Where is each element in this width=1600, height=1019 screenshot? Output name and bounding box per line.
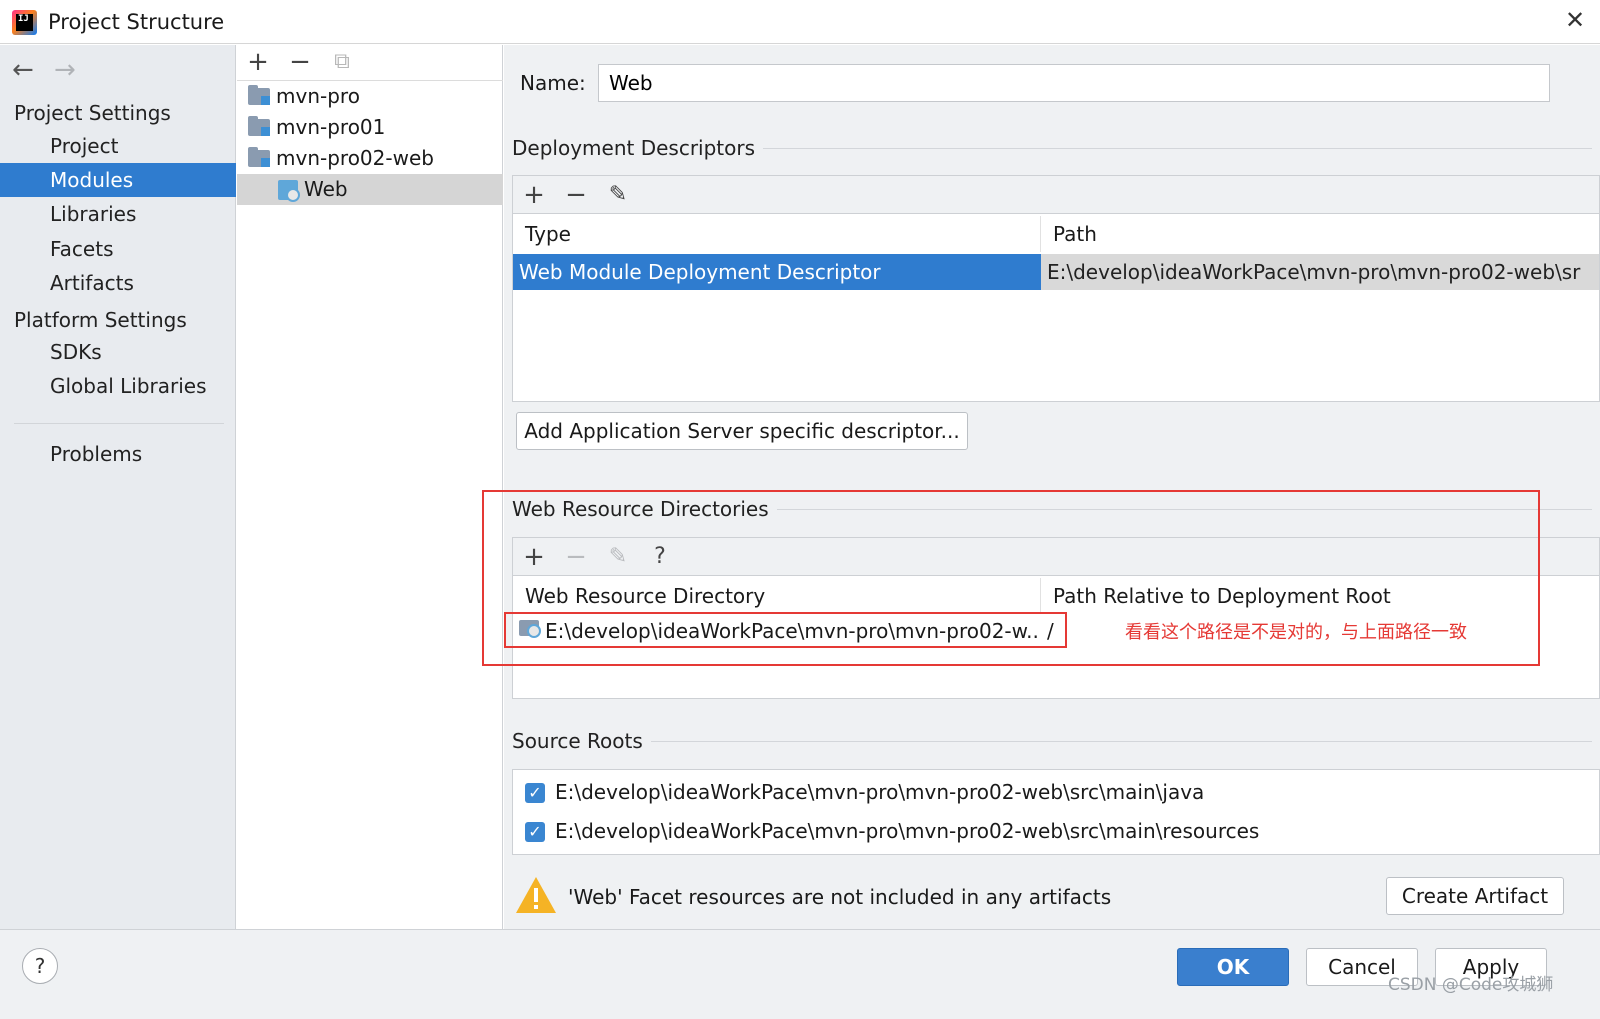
close-icon[interactable]: ✕ bbox=[1560, 6, 1590, 36]
tree-item-mvn-pro[interactable]: mvn-pro bbox=[237, 81, 503, 112]
help-icon[interactable]: ? bbox=[22, 948, 58, 984]
web-resource-directory-cell[interactable]: E:\develop\ideaWorkPace\mvn-pro\mvn-pro0… bbox=[513, 613, 1041, 649]
watermark: CSDN @Code攻城狮 bbox=[1388, 975, 1554, 995]
web-folder-icon bbox=[519, 620, 541, 638]
settings-sidebar: ← → Project Settings Project Modules Lib… bbox=[0, 45, 236, 929]
web-resource-toolbar: + − ✎ ? bbox=[513, 538, 1599, 576]
module-folder-icon bbox=[248, 116, 270, 136]
remove-web-resource-button[interactable]: − bbox=[561, 542, 591, 572]
section-divider bbox=[644, 741, 1592, 742]
ok-button[interactable]: OK bbox=[1177, 948, 1289, 986]
sidebar-item-problems[interactable]: Problems bbox=[0, 437, 236, 471]
source-root-checkbox[interactable]: ✓ bbox=[525, 783, 545, 803]
add-server-descriptor-button[interactable]: Add Application Server specific descript… bbox=[516, 412, 968, 450]
back-arrow-icon[interactable]: ← bbox=[12, 55, 34, 85]
source-roots-title: Source Roots bbox=[512, 729, 651, 753]
sidebar-item-sdks[interactable]: SDKs bbox=[0, 335, 236, 369]
project-settings-header: Project Settings bbox=[14, 101, 171, 125]
section-divider bbox=[760, 509, 1592, 510]
module-tree-toolbar: + − ⧉ bbox=[237, 45, 503, 81]
source-root-path: E:\develop\ideaWorkPace\mvn-pro\mvn-pro0… bbox=[555, 819, 1260, 843]
name-label: Name: bbox=[520, 71, 586, 95]
tree-item-label: Web bbox=[304, 177, 348, 201]
sidebar-item-global-libraries[interactable]: Global Libraries bbox=[0, 369, 236, 403]
copy-module-button[interactable]: ⧉ bbox=[327, 47, 357, 77]
warning-message: 'Web' Facet resources are not included i… bbox=[568, 885, 1112, 909]
deployment-descriptors-toolbar: + − ✎ bbox=[513, 176, 1599, 214]
intellij-logo-icon: IJ bbox=[12, 10, 37, 35]
annotation-note: 看看这个路径是不是对的，与上面路径一致 bbox=[1125, 622, 1467, 643]
tree-item-mvn-pro01[interactable]: mvn-pro01 bbox=[237, 112, 503, 143]
window-title: Project Structure bbox=[48, 10, 225, 34]
dialog-footer: ? OK Cancel Apply CSDN @Code攻城狮 bbox=[0, 929, 1600, 1019]
remove-module-button[interactable]: − bbox=[285, 47, 315, 77]
tree-item-mvn-pro02-web[interactable]: mvn-pro02-web bbox=[237, 143, 503, 174]
warning-icon bbox=[516, 877, 556, 913]
tree-item-label: mvn-pro02-web bbox=[276, 146, 434, 170]
descriptor-type-cell[interactable]: Web Module Deployment Descriptor bbox=[513, 254, 1041, 290]
add-descriptor-button[interactable]: + bbox=[519, 180, 549, 210]
module-folder-icon bbox=[248, 147, 270, 167]
sidebar-item-artifacts[interactable]: Artifacts bbox=[0, 266, 236, 300]
title-bar: IJ Project Structure ✕ bbox=[0, 0, 1600, 44]
help-icon[interactable]: ? bbox=[645, 542, 675, 572]
web-resource-directories-title: Web Resource Directories bbox=[512, 497, 777, 521]
sidebar-divider bbox=[14, 423, 224, 424]
descriptor-path-cell[interactable]: E:\develop\ideaWorkPace\mvn-pro\mvn-pro0… bbox=[1041, 254, 1599, 290]
tree-item-label: mvn-pro01 bbox=[276, 115, 386, 139]
sidebar-item-facets[interactable]: Facets bbox=[0, 232, 236, 266]
column-header-relative-path[interactable]: Path Relative to Deployment Root bbox=[1041, 578, 1599, 614]
platform-settings-header: Platform Settings bbox=[14, 308, 187, 332]
column-header-type[interactable]: Type bbox=[513, 216, 1041, 252]
web-facet-icon bbox=[278, 180, 300, 202]
create-artifact-button[interactable]: Create Artifact bbox=[1386, 877, 1564, 915]
deployment-descriptors-table: + − ✎ Type Path Web Module Deployment De… bbox=[512, 175, 1600, 402]
tree-item-label: mvn-pro bbox=[276, 84, 360, 108]
source-root-checkbox[interactable]: ✓ bbox=[525, 822, 545, 842]
web-resource-directory-path: E:\develop\ideaWorkPace\mvn-pro\mvn-pro0… bbox=[545, 619, 1041, 643]
module-tree-panel: + − ⧉ mvn-pro mvn-pro01 mvn-pro02-web We… bbox=[237, 45, 503, 929]
remove-descriptor-button[interactable]: − bbox=[561, 180, 591, 210]
section-divider bbox=[744, 148, 1592, 149]
add-web-resource-button[interactable]: + bbox=[519, 542, 549, 572]
name-field[interactable] bbox=[598, 64, 1550, 102]
add-module-button[interactable]: + bbox=[243, 47, 273, 77]
column-header-path[interactable]: Path bbox=[1041, 216, 1599, 252]
forward-arrow-icon[interactable]: → bbox=[54, 55, 76, 85]
relative-path-cell[interactable]: / bbox=[1041, 613, 1101, 649]
sidebar-item-project[interactable]: Project bbox=[0, 129, 236, 163]
source-root-path: E:\develop\ideaWorkPace\mvn-pro\mvn-pro0… bbox=[555, 780, 1205, 804]
sidebar-item-modules[interactable]: Modules bbox=[0, 163, 236, 197]
source-roots-list: ✓ E:\develop\ideaWorkPace\mvn-pro\mvn-pr… bbox=[512, 769, 1600, 855]
facet-settings-panel: Name: Deployment Descriptors + − ✎ Type … bbox=[504, 45, 1600, 929]
sidebar-item-libraries[interactable]: Libraries bbox=[0, 197, 236, 231]
column-header-web-resource-directory[interactable]: Web Resource Directory bbox=[513, 578, 1041, 614]
deployment-descriptors-title: Deployment Descriptors bbox=[512, 136, 764, 160]
edit-descriptor-button[interactable]: ✎ bbox=[603, 180, 633, 210]
tree-item-web-facet[interactable]: Web bbox=[237, 174, 503, 205]
edit-web-resource-button[interactable]: ✎ bbox=[603, 542, 633, 572]
module-folder-icon bbox=[248, 85, 270, 105]
